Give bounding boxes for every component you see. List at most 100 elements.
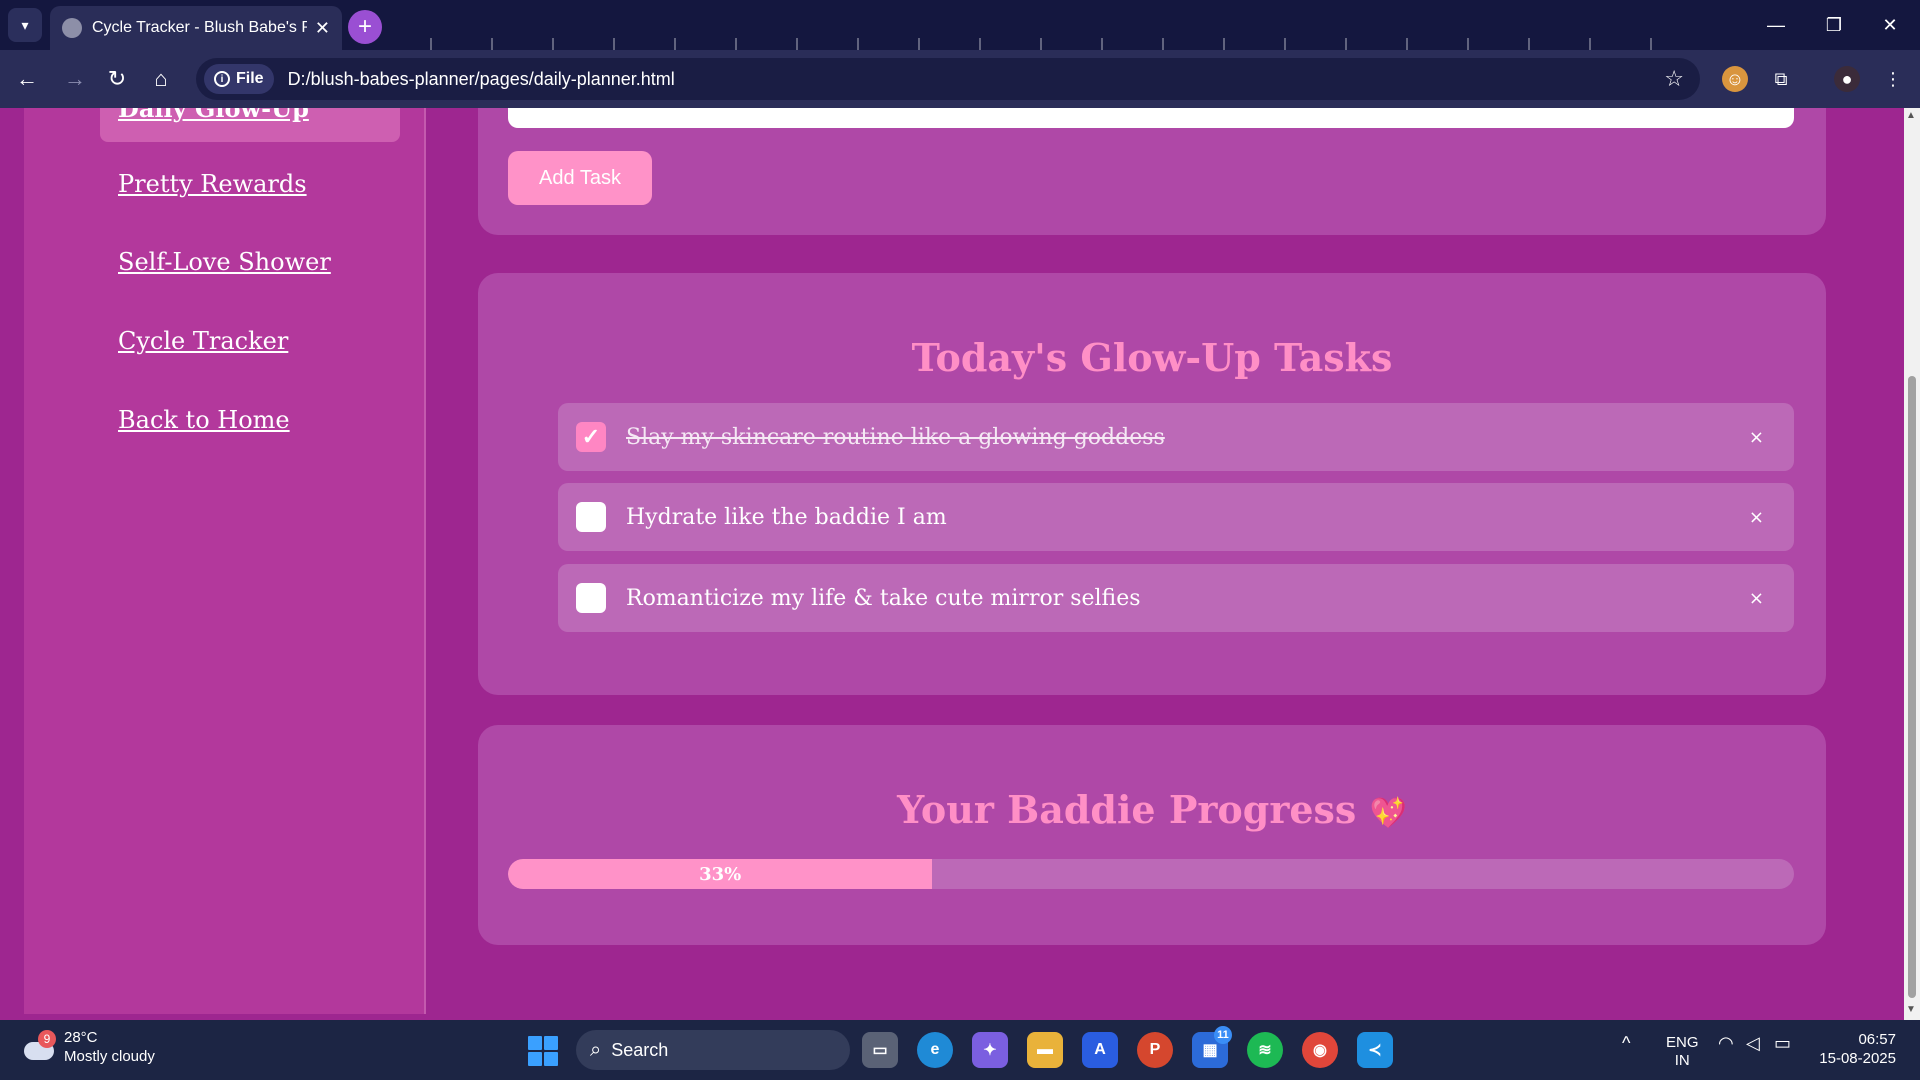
info-icon: i <box>214 71 230 87</box>
close-icon: ✕ <box>1882 14 1898 35</box>
search-icon: ⌕ <box>590 1038 602 1061</box>
task-checkbox[interactable]: ✓ <box>576 422 606 452</box>
minimize-button[interactable]: — <box>1748 0 1804 50</box>
extension-avatar-icon[interactable]: ☺ <box>1722 66 1748 92</box>
scroll-thumb[interactable] <box>1908 376 1916 998</box>
progress-card: Your Baddie Progress 💖 33% <box>478 725 1826 945</box>
plus-icon: + <box>357 13 372 40</box>
app-icon[interactable]: A <box>1082 1032 1118 1068</box>
back-button[interactable]: ← <box>10 62 44 96</box>
scroll-down-icon[interactable]: ▼ <box>1906 1004 1916 1015</box>
task-item: ✓ Slay my skincare routine like a glowin… <box>558 403 1794 471</box>
progress-bar: 33% <box>508 859 1794 889</box>
region: IN <box>1674 1052 1690 1069</box>
language: ENG <box>1666 1034 1699 1051</box>
page-scrollbar[interactable]: ▲ ▼ <box>1904 108 1920 1020</box>
reload-button[interactable]: ↻ <box>100 62 134 96</box>
time: 06:57 <box>1858 1031 1896 1048</box>
weather-badge: 9 <box>38 1030 56 1048</box>
restore-button[interactable]: ❐ <box>1806 0 1862 50</box>
delete-task-icon[interactable]: × <box>1749 507 1764 528</box>
task-checkbox[interactable] <box>576 502 606 532</box>
address-bar[interactable]: i File D:/blush-babes-planner/pages/dail… <box>196 58 1700 100</box>
chevron-up-icon[interactable]: ^ <box>1622 1034 1630 1052</box>
os-taskbar: 9 28°C Mostly cloudy ⌕ Search ▭ e ✦ ▬ A … <box>0 1020 1920 1080</box>
task-text: Hydrate like the baddie I am <box>626 504 947 530</box>
language-indicator[interactable]: ENG IN <box>1666 1034 1699 1070</box>
sidebar-item-daily-glow-up[interactable]: Daily Glow-Up <box>118 108 309 123</box>
tab-title: Cycle Tracker - Blush Babe's Pin <box>92 19 307 36</box>
progress-label: 33% <box>699 863 742 885</box>
progress-fill: 33% <box>508 859 933 889</box>
taskbar-search[interactable]: ⌕ Search <box>576 1030 850 1070</box>
forward-button[interactable]: → <box>58 62 92 96</box>
bookmark-star-icon[interactable]: ☆ <box>1664 66 1684 92</box>
progress-title-text: Your Baddie Progress <box>897 787 1357 832</box>
task-input[interactable] <box>508 108 1794 128</box>
file-chip-label: File <box>236 70 264 87</box>
search-label: Search <box>611 1039 669 1060</box>
sidebar-item-back-to-home[interactable]: Back to Home <box>118 406 290 434</box>
delete-task-icon[interactable]: × <box>1749 427 1764 448</box>
battery-icon[interactable]: ▭ <box>1774 1034 1791 1052</box>
browser-toolbar: ← → ↻ ⌂ i File D:/blush-babes-planner/pa… <box>0 50 1920 108</box>
close-window-button[interactable]: ✕ <box>1862 0 1918 50</box>
spotify-icon[interactable]: ≋ <box>1247 1032 1283 1068</box>
profile-avatar-icon[interactable]: ● <box>1834 66 1860 92</box>
delete-task-icon[interactable]: × <box>1749 588 1764 609</box>
sidebar-item-self-love-shower[interactable]: Self-Love Shower <box>118 248 331 276</box>
restore-icon: ❐ <box>1825 14 1843 35</box>
heart-icon: 💖 <box>1369 796 1407 831</box>
extensions-puzzle-icon[interactable]: ⧉ <box>1768 66 1794 92</box>
browser-tab-bar: ▾ Cycle Tracker - Blush Babe's Pin ✕ + —… <box>0 0 1920 52</box>
sidebar-item-pretty-rewards[interactable]: Pretty Rewards <box>118 170 307 198</box>
clock[interactable]: 06:57 15-08-2025 <box>1819 1030 1896 1068</box>
task-checkbox[interactable] <box>576 583 606 613</box>
sidebar: Daily Glow-Up Pretty Rewards Self-Love S… <box>24 108 426 1014</box>
task-item: Romanticize my life & take cute mirror s… <box>558 564 1794 632</box>
wifi-icon[interactable]: ◠ <box>1718 1034 1734 1052</box>
page-content: Daily Glow-Up Pretty Rewards Self-Love S… <box>0 108 1904 1020</box>
tasks-title: Today's Glow-Up Tasks <box>911 335 1393 380</box>
more-menu-icon[interactable]: ⋮ <box>1880 66 1906 92</box>
tab-search-button[interactable]: ▾ <box>8 8 42 42</box>
windows-start-icon[interactable] <box>528 1036 558 1066</box>
file-explorer-icon[interactable]: ▬ <box>1027 1032 1063 1068</box>
minimize-icon: — <box>1767 14 1785 35</box>
url-text[interactable]: D:/blush-babes-planner/pages/daily-plann… <box>288 69 675 90</box>
weather-widget[interactable]: 9 28°C Mostly cloudy <box>20 1028 155 1066</box>
scroll-up-icon[interactable]: ▲ <box>1906 110 1916 121</box>
arrow-right-icon: → <box>64 66 86 91</box>
chevron-down-icon: ▾ <box>21 16 29 33</box>
add-task-button[interactable]: Add Task <box>508 151 652 205</box>
task-item: Hydrate like the baddie I am × <box>558 483 1794 551</box>
arrow-left-icon: ← <box>16 66 38 91</box>
favicon-icon <box>62 18 82 38</box>
browser-tab[interactable]: Cycle Tracker - Blush Babe's Pin ✕ <box>50 6 342 50</box>
notification-badge: 11 <box>1214 1026 1232 1044</box>
powerpoint-icon[interactable]: P <box>1137 1032 1173 1068</box>
volume-icon[interactable]: ◁ <box>1746 1034 1760 1052</box>
progress-title: Your Baddie Progress 💖 <box>478 787 1826 832</box>
task-view-icon[interactable]: ▭ <box>862 1032 898 1068</box>
vscode-icon[interactable]: ≺ <box>1357 1032 1393 1068</box>
reload-icon: ↻ <box>107 66 127 91</box>
close-icon[interactable]: ✕ <box>315 18 330 39</box>
edge-icon[interactable]: e <box>917 1032 953 1068</box>
home-button[interactable]: ⌂ <box>144 62 178 96</box>
site-info-chip[interactable]: i File <box>204 64 274 94</box>
new-tab-button[interactable]: + <box>348 10 382 44</box>
tasks-card: Today's Glow-Up Tasks ✓ Slay my skincare… <box>478 273 1826 695</box>
home-icon: ⌂ <box>154 66 168 91</box>
task-form-card: Add Task <box>478 108 1826 235</box>
task-text: Slay my skincare routine like a glowing … <box>626 424 1165 450</box>
chrome-icon[interactable]: ◉ <box>1302 1032 1338 1068</box>
weather-condition: Mostly cloudy <box>64 1048 155 1065</box>
store-icon[interactable]: ▦ 11 <box>1192 1026 1232 1068</box>
task-text: Romanticize my life & take cute mirror s… <box>626 585 1141 611</box>
cloud-icon: 9 <box>20 1030 56 1064</box>
date: 15-08-2025 <box>1819 1050 1896 1067</box>
sidebar-item-cycle-tracker[interactable]: Cycle Tracker <box>118 327 288 355</box>
copilot-icon[interactable]: ✦ <box>972 1032 1008 1068</box>
temperature: 28°C <box>64 1029 98 1046</box>
